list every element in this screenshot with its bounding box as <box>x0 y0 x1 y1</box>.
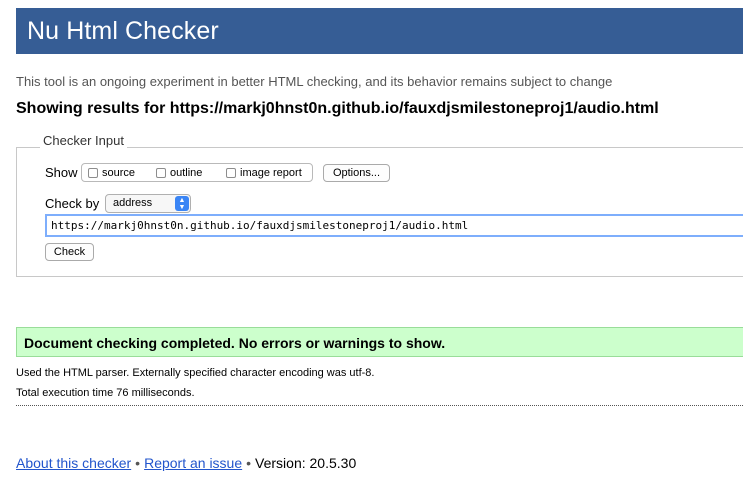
options-button[interactable]: Options... <box>323 164 390 182</box>
check-button[interactable]: Check <box>45 243 94 261</box>
header-bar: Nu Html Checker <box>16 8 743 54</box>
footer-separator: • <box>246 455 252 471</box>
source-checkbox[interactable] <box>88 167 98 178</box>
check-by-value: address <box>113 197 153 209</box>
show-source-option[interactable]: source <box>88 166 135 179</box>
version-text: Version: 20.5.30 <box>255 455 357 471</box>
results-heading: Showing results for https://markj0hnst0n… <box>16 100 659 117</box>
report-issue-link[interactable]: Report an issue <box>144 455 242 471</box>
success-message: Document checking completed. No errors o… <box>24 335 446 351</box>
show-outline-option[interactable]: outline <box>156 166 202 179</box>
page: Nu Html Checker This tool is an ongoing … <box>0 0 743 493</box>
footer: About this checker • Report an issue • Versi… <box>16 455 356 471</box>
footer-separator: • <box>135 455 141 471</box>
show-image-report-option[interactable]: image report <box>226 166 302 179</box>
outline-label: outline <box>170 166 203 179</box>
tagline: This tool is an ongoing experiment in be… <box>16 74 613 89</box>
result-details: Used the HTML parser. Externally specifi… <box>16 363 374 403</box>
outline-checkbox[interactable] <box>156 167 166 178</box>
show-label: Show <box>45 165 78 180</box>
parser-info: Used the HTML parser. Externally specifi… <box>16 367 375 379</box>
image-report-label: image report <box>240 166 302 179</box>
check-by-select[interactable]: address ▲ ▼ <box>105 194 191 213</box>
app-title: Nu Html Checker <box>27 17 219 45</box>
url-input[interactable] <box>45 214 743 237</box>
show-options-group: source outline image report <box>81 163 313 182</box>
select-updown-icon: ▲ ▼ <box>175 196 189 211</box>
source-label: source <box>102 166 136 179</box>
image-report-checkbox[interactable] <box>226 167 236 178</box>
execution-time: Total execution time 76 milliseconds. <box>16 387 195 399</box>
check-by-label: Check by <box>45 196 100 211</box>
checker-input-legend: Checker Input <box>40 133 127 148</box>
dotted-divider <box>16 405 743 406</box>
success-message-box: Document checking completed. No errors o… <box>16 327 743 357</box>
about-checker-link[interactable]: About this checker <box>16 455 131 471</box>
